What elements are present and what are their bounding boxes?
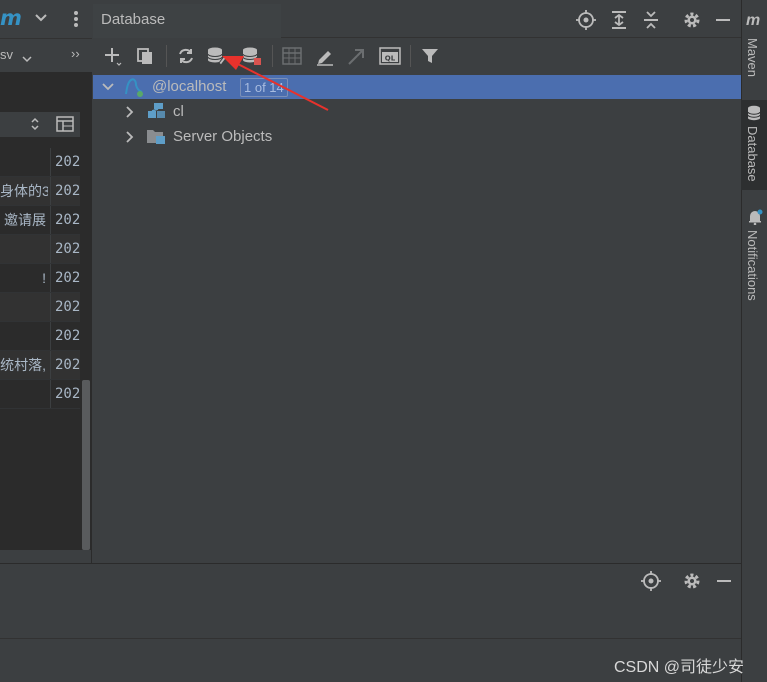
chevron-down-icon[interactable]: [102, 80, 114, 98]
bottom-panel: [0, 563, 741, 638]
grid-cell-date[interactable]: 202: [50, 177, 80, 205]
chevron-right-icon[interactable]: [124, 105, 136, 123]
grid-cell-date[interactable]: 202: [50, 380, 80, 408]
mysql-datasource-icon: [123, 77, 145, 102]
database-tree: [93, 73, 741, 563]
more-options-icon[interactable]: [73, 10, 79, 33]
grid-cell[interactable]: 邀请展: [0, 206, 48, 234]
file-type-selector[interactable]: sv: [0, 47, 13, 62]
table-row[interactable]: 202: [0, 235, 80, 264]
grid-cell-date[interactable]: 202: [50, 206, 80, 234]
grid-cell[interactable]: [0, 322, 48, 350]
grid-cell[interactable]: 身体的3: [0, 177, 48, 205]
expand-all-icon[interactable]: [610, 10, 628, 35]
table-row[interactable]: 统村落, 202: [0, 351, 80, 380]
filter-icon[interactable]: [418, 44, 442, 68]
add-icon[interactable]: [101, 44, 125, 68]
database-icon[interactable]: [747, 105, 761, 126]
sort-icon[interactable]: [31, 117, 39, 136]
grid-scrollbar-thumb[interactable]: [82, 380, 90, 550]
grid-cell[interactable]: [0, 235, 48, 263]
table-row[interactable]: ! 202: [0, 264, 80, 293]
query-console-icon[interactable]: QL: [378, 44, 402, 68]
tree-item-label[interactable]: cl: [173, 103, 184, 120]
notification-bell-icon[interactable]: [747, 209, 763, 230]
server-objects-folder-icon: [146, 127, 166, 150]
annotation-arrow: [222, 56, 329, 111]
data-grid: 202 身体的3 202 邀请展 202 202 ! 202 202 202 统…: [0, 138, 80, 550]
table-row[interactable]: 202: [0, 148, 80, 177]
locate-icon[interactable]: [641, 571, 661, 596]
table-view-icon[interactable]: [56, 116, 74, 137]
grid-cell[interactable]: 统村落,: [0, 351, 48, 379]
grid-cell[interactable]: [0, 148, 48, 176]
table-row[interactable]: 202: [0, 293, 80, 322]
grid-cell-date[interactable]: 202: [50, 351, 80, 379]
tool-window-maven[interactable]: Maven: [745, 38, 760, 77]
chevron-right-icon[interactable]: [124, 130, 136, 148]
grid-header: [0, 112, 80, 138]
maven-logo: m: [0, 6, 22, 30]
locate-icon[interactable]: [576, 10, 596, 35]
panel-title: Database: [101, 11, 166, 28]
jump-to-icon: [345, 44, 369, 68]
toolbar-separator: [166, 45, 167, 67]
overflow-chevron-icon[interactable]: ››: [71, 46, 80, 61]
refresh-icon[interactable]: [174, 44, 198, 68]
grid-cell-date[interactable]: 202: [50, 264, 80, 292]
gear-icon[interactable]: [682, 571, 702, 596]
tool-window-database[interactable]: Database: [745, 126, 760, 182]
table-row[interactable]: 身体的3 202: [0, 177, 80, 206]
collapse-all-icon[interactable]: [642, 10, 660, 35]
grid-cell-date[interactable]: 202: [50, 322, 80, 350]
grid-cell-date[interactable]: 202: [50, 293, 80, 321]
schema-icon: [146, 102, 166, 125]
grid-cell-date[interactable]: 202: [50, 235, 80, 263]
table-row[interactable]: 202: [0, 380, 80, 409]
gear-icon[interactable]: [682, 10, 702, 35]
watermark-text: CSDN @司徒少安: [614, 659, 745, 676]
left-panel-spacer: [0, 72, 92, 112]
grid-cell[interactable]: !: [0, 264, 48, 292]
toolbar-separator: [410, 45, 411, 67]
maven-icon[interactable]: m: [746, 12, 760, 30]
minimize-icon[interactable]: [715, 571, 733, 596]
minimize-icon[interactable]: [714, 10, 732, 35]
tool-window-notifications[interactable]: Notifications: [745, 230, 760, 301]
chevron-down-icon[interactable]: [22, 51, 32, 69]
grid-cell-date[interactable]: 202: [50, 148, 80, 176]
table-row[interactable]: 邀请展 202: [0, 206, 80, 235]
chevron-down-icon[interactable]: [34, 11, 48, 30]
grid-cell[interactable]: [0, 293, 48, 321]
copy-icon[interactable]: [133, 44, 157, 68]
svg-text:QL: QL: [385, 55, 396, 63]
tree-item-label[interactable]: Server Objects: [173, 128, 272, 145]
table-row[interactable]: 202: [0, 322, 80, 351]
grid-cell[interactable]: [0, 380, 48, 408]
